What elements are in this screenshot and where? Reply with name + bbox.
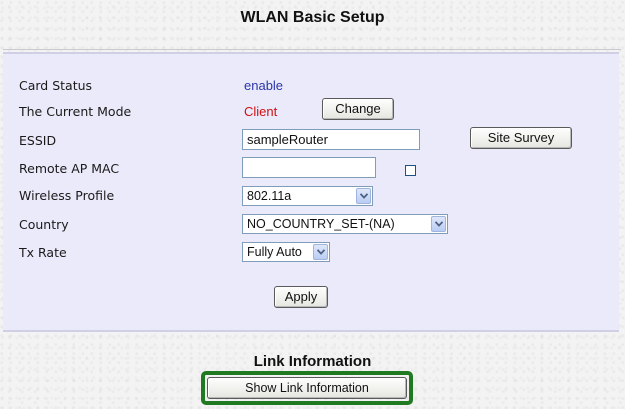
- wireless-profile-selected: 802.11a: [247, 189, 292, 203]
- current-mode-label: The Current Mode: [19, 104, 132, 119]
- page-title: WLAN Basic Setup: [240, 9, 385, 26]
- remote-ap-mac-input[interactable]: [242, 157, 376, 178]
- wireless-profile-select[interactable]: 802.11a: [242, 186, 373, 206]
- chevron-down-icon[interactable]: [356, 188, 371, 204]
- country-select[interactable]: NO_COUNTRY_SET-(NA): [242, 214, 448, 234]
- chevron-down-icon[interactable]: [431, 216, 446, 232]
- site-survey-button[interactable]: Site Survey: [470, 127, 572, 149]
- wireless-profile-label: Wireless Profile: [19, 188, 115, 203]
- link-information-title: Link Information: [253, 353, 372, 370]
- remote-ap-mac-label: Remote AP MAC: [19, 161, 120, 176]
- country-selected: NO_COUNTRY_SET-(NA): [247, 217, 395, 231]
- tx-rate-select[interactable]: Fully Auto: [242, 242, 330, 262]
- change-mode-button[interactable]: Change: [322, 98, 394, 120]
- tx-rate-selected: Fully Auto: [247, 245, 302, 259]
- essid-label: ESSID: [19, 133, 57, 148]
- divider-top: [3, 49, 621, 50]
- remote-ap-mac-checkbox[interactable]: [405, 165, 416, 176]
- country-label: Country: [19, 217, 69, 232]
- card-status-label: Card Status: [19, 78, 93, 93]
- apply-button[interactable]: Apply: [274, 286, 328, 308]
- card-status-value: enable: [244, 78, 284, 93]
- chevron-down-icon[interactable]: [313, 244, 328, 260]
- essid-input[interactable]: [242, 129, 420, 150]
- current-mode-value: Client: [244, 104, 278, 119]
- show-link-information-button[interactable]: Show Link Information: [207, 377, 407, 399]
- tx-rate-label: Tx Rate: [19, 245, 67, 260]
